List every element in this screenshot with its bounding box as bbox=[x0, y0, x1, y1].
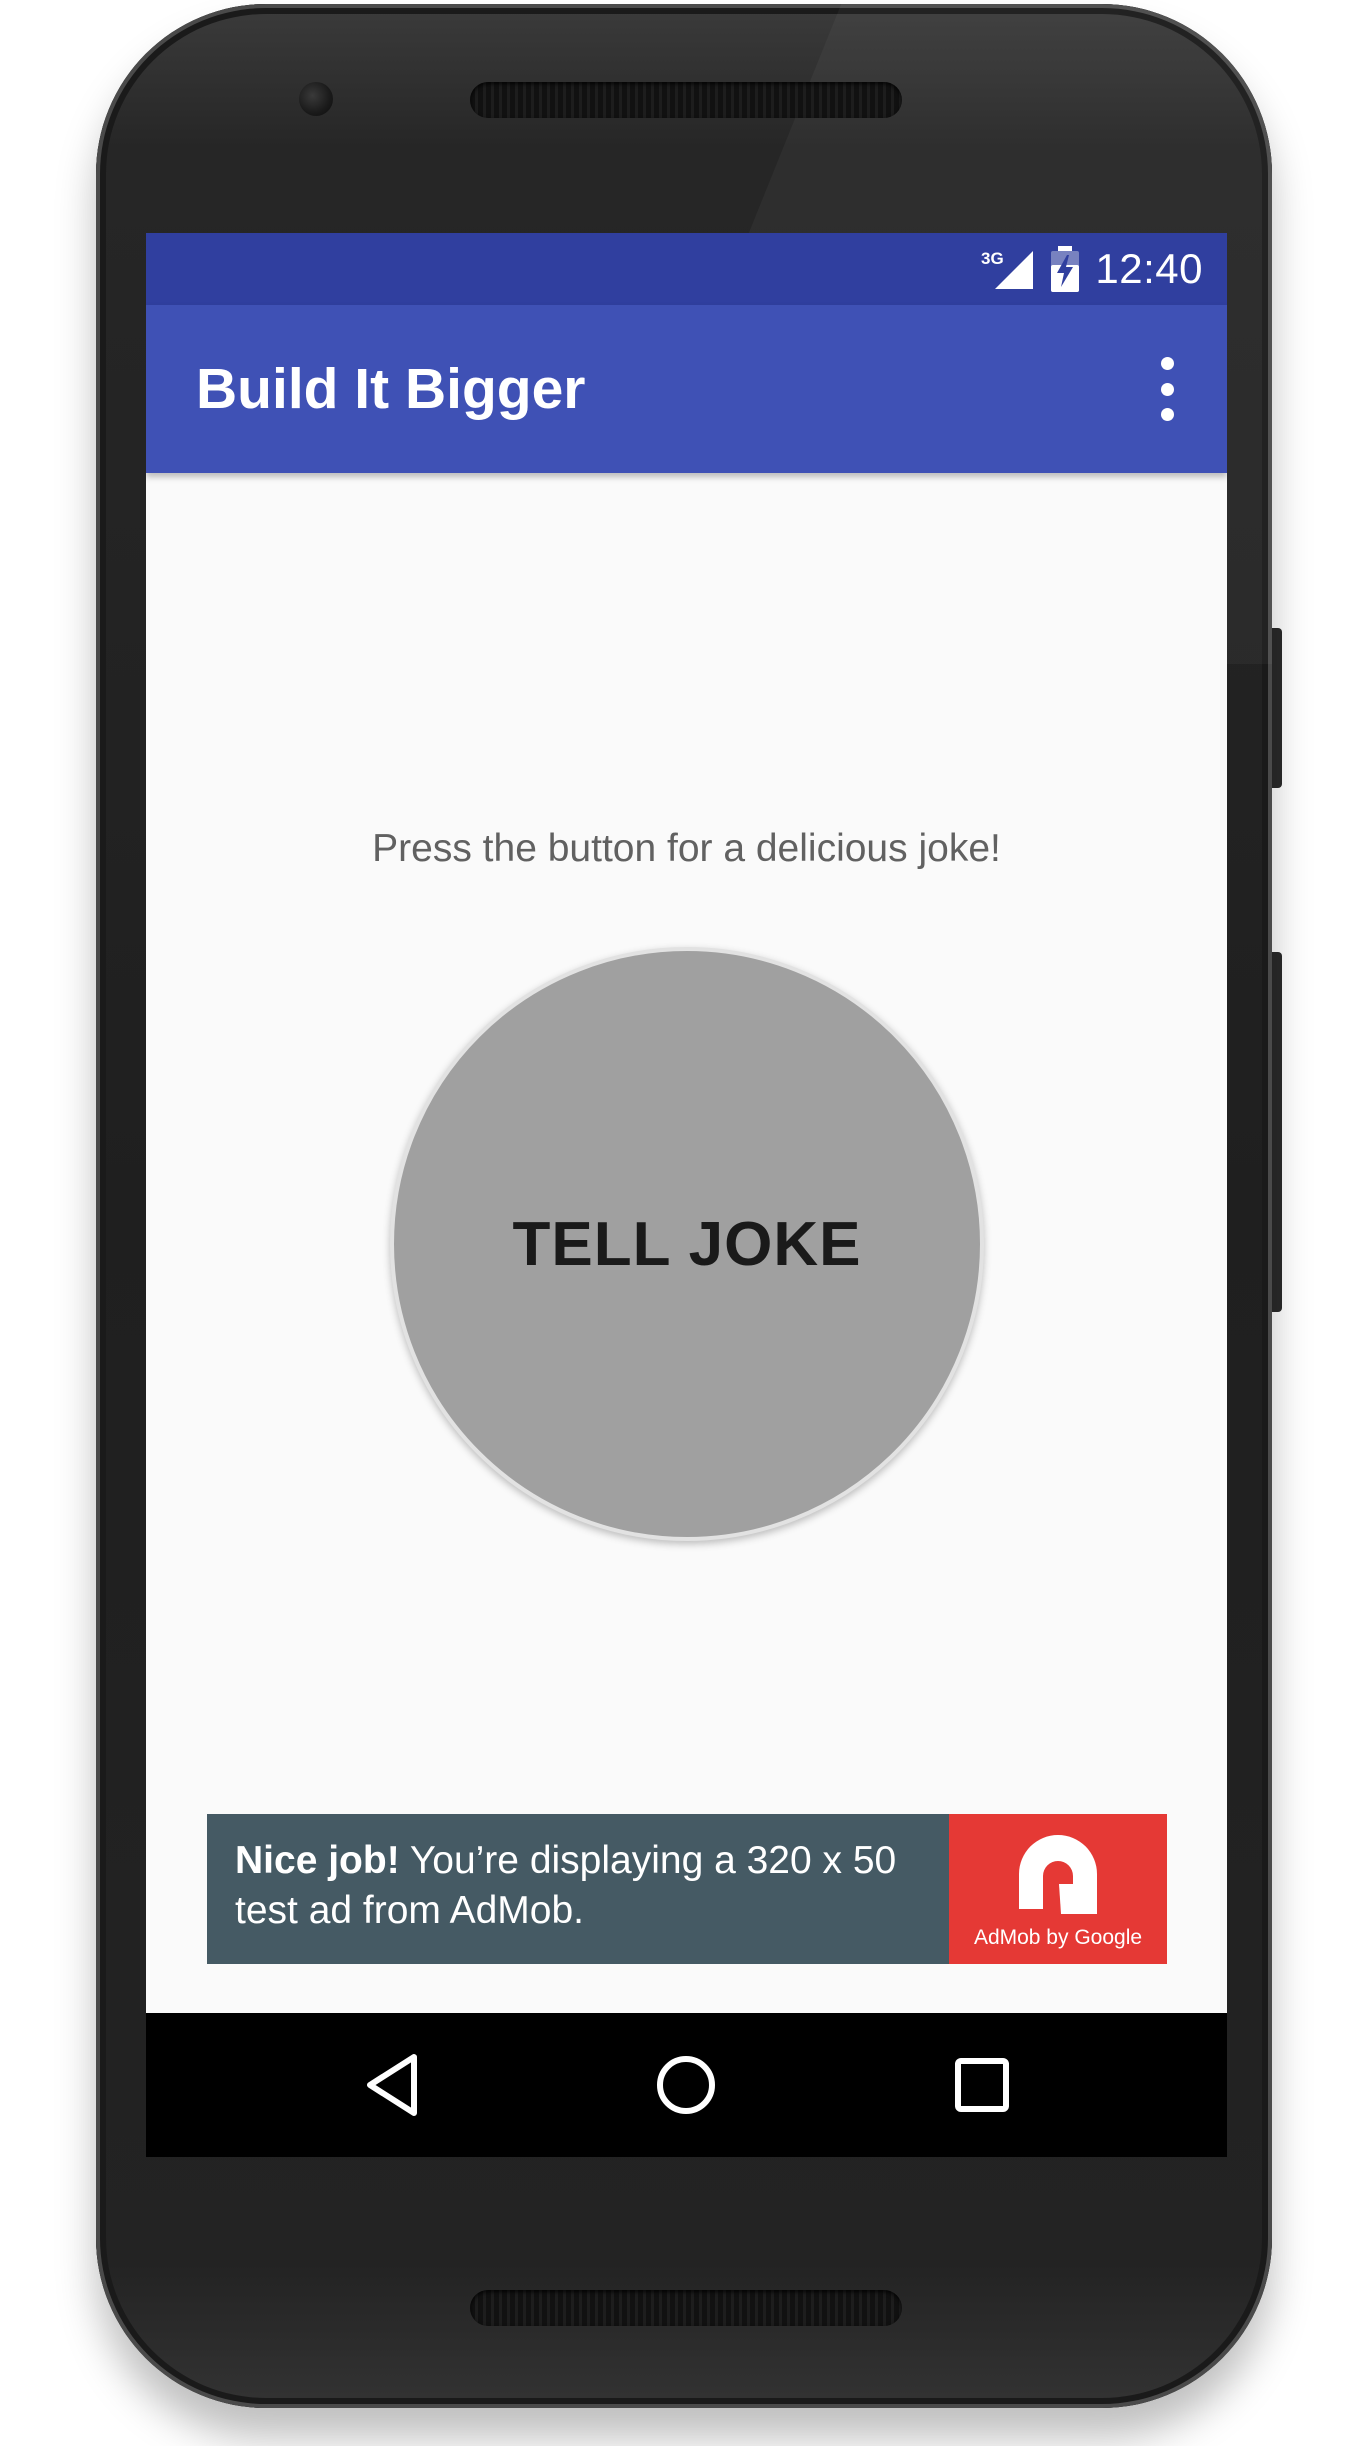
ad-headline: Nice job! bbox=[235, 1839, 400, 1882]
ad-banner[interactable]: Nice job! You’re displaying a 320 x 50 t… bbox=[207, 1814, 1167, 1964]
top-speaker bbox=[470, 82, 902, 118]
navigation-bar bbox=[146, 2013, 1227, 2157]
admob-logo: AdMob by Google bbox=[949, 1814, 1167, 1964]
app-bar: Build It Bigger bbox=[146, 305, 1227, 473]
front-camera bbox=[299, 82, 333, 116]
battery-charging-icon bbox=[1051, 246, 1080, 292]
screen: 3G 12:40 Build It Bigger Press the butto… bbox=[146, 233, 1227, 2157]
stage: 3G 12:40 Build It Bigger Press the butto… bbox=[0, 0, 1370, 2446]
tell-joke-button[interactable]: TELL JOKE bbox=[390, 947, 984, 1541]
ad-text: Nice job! You’re displaying a 320 x 50 t… bbox=[235, 1836, 935, 1936]
network-type-label: 3G bbox=[981, 249, 1004, 268]
overflow-dot bbox=[1160, 382, 1174, 396]
more-vert-icon[interactable] bbox=[1147, 357, 1187, 421]
app-title: Build It Bigger bbox=[196, 357, 586, 421]
back-icon[interactable] bbox=[358, 2049, 430, 2121]
status-bar: 3G 12:40 bbox=[146, 233, 1227, 305]
recents-icon[interactable] bbox=[946, 2049, 1018, 2121]
signal-3g-icon: 3G bbox=[981, 249, 1034, 289]
ad-logo-caption: AdMob by Google bbox=[973, 1926, 1143, 1949]
overflow-dot bbox=[1160, 408, 1174, 421]
status-time: 12:40 bbox=[1095, 245, 1203, 292]
tell-joke-label: TELL JOKE bbox=[512, 1209, 862, 1279]
bottom-speaker bbox=[470, 2290, 902, 2326]
status-icons: 3G 12:40 bbox=[981, 233, 1203, 305]
home-icon[interactable] bbox=[650, 2049, 722, 2121]
joke-prompt: Press the button for a delicious joke! bbox=[372, 827, 1001, 870]
overflow-dot bbox=[1160, 357, 1174, 370]
